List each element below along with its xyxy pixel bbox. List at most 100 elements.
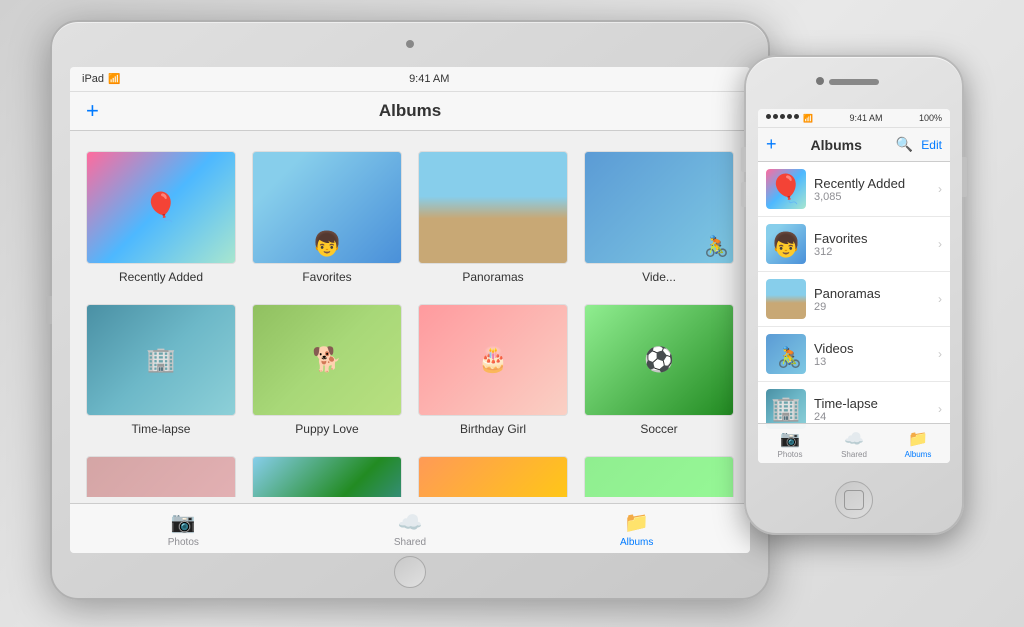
ipad-album-panoramas[interactable]: Panoramas — [418, 151, 568, 284]
ipad-album-label-panoramas: Panoramas — [462, 270, 523, 284]
iphone-album-favorites[interactable]: Favorites 312 › — [758, 217, 950, 272]
iphone-status-bar: 📶 9:41 AM 100% — [758, 109, 950, 128]
iphone-battery: 100% — [919, 113, 942, 123]
ipad-thumb-soccer — [584, 304, 734, 417]
ipad-status-left: iPad 📶 — [82, 73, 120, 85]
iphone-signal: 📶 — [766, 114, 813, 123]
ipad-navbar: + Albums — [70, 92, 750, 131]
iphone-tab-albums[interactable]: 📁 Albums — [886, 429, 950, 459]
iphone-time: 9:41 AM — [849, 113, 882, 123]
ipad-thumb-favorites — [252, 151, 402, 264]
iphone-chevron-timelapse: › — [938, 402, 942, 416]
iphone-edit-button[interactable]: Edit — [921, 138, 942, 152]
iphone-thumb-favorites — [766, 224, 806, 264]
iphone-item-count-panoramas: 29 — [814, 301, 930, 313]
ipad-album-label-recently-added: Recently Added — [119, 270, 203, 284]
ipad-album-favorites[interactable]: Favorites — [252, 151, 402, 284]
iphone-album-recently-added[interactable]: Recently Added 3,085 › — [758, 162, 950, 217]
iphone-device: 📶 9:41 AM 100% + Albums 🔍 Edit R — [744, 55, 964, 535]
iphone-tab-shared[interactable]: ☁️ Shared — [822, 429, 886, 459]
ipad-tabbar: 📷 Photos ☁️ Shared 📁 Albums — [70, 503, 750, 553]
ipad-tab-albums[interactable]: 📁 Albums — [523, 510, 750, 548]
ipad-album-grid: Recently Added Favorites Panoramas Vide.… — [70, 131, 750, 497]
ipad-album-label-timelapse: Time-lapse — [132, 422, 191, 436]
iphone-item-info-videos: Videos 13 — [814, 341, 930, 368]
ipad-side-button — [46, 296, 52, 324]
iphone-item-name-favorites: Favorites — [814, 231, 930, 246]
iphone-chevron-favorites: › — [938, 237, 942, 251]
ipad-add-button[interactable]: + — [86, 100, 126, 122]
ipad-album-r4[interactable] — [252, 456, 402, 497]
ipad-thumb-recently-added — [86, 151, 236, 264]
iphone-tab-photos-label: Photos — [778, 450, 803, 459]
ipad-home-button[interactable] — [394, 556, 426, 588]
iphone-chevron-videos: › — [938, 347, 942, 361]
ipad-album-soccer[interactable]: Soccer — [584, 304, 734, 437]
ipad-thumb-r4 — [252, 456, 402, 497]
ipad-tab-albums-label: Albums — [620, 537, 653, 548]
ipad-album-birthday[interactable]: Birthday Girl — [418, 304, 568, 437]
signal-dot-4 — [787, 114, 792, 119]
ipad-status-bar: iPad 📶 9:41 AM — [70, 67, 750, 92]
ipad-shared-icon: ☁️ — [398, 510, 423, 535]
iphone-album-panoramas[interactable]: Panoramas 29 › — [758, 272, 950, 327]
iphone-item-name-recently-added: Recently Added — [814, 176, 930, 191]
signal-dot-3 — [780, 114, 785, 119]
signal-dot-2 — [773, 114, 778, 119]
iphone-item-info-timelapse: Time-lapse 24 — [814, 396, 930, 423]
iphone-item-name-videos: Videos — [814, 341, 930, 356]
iphone-item-count-favorites: 312 — [814, 246, 930, 258]
iphone-tab-shared-label: Shared — [841, 450, 867, 459]
ipad-album-videos[interactable]: Vide... — [584, 151, 734, 284]
ipad-albums-icon: 📁 — [624, 510, 649, 535]
ipad-tab-shared[interactable]: ☁️ Shared — [297, 510, 524, 548]
ipad-thumb-timelapse — [86, 304, 236, 417]
ipad-thumb-r5 — [418, 456, 568, 497]
iphone-speaker — [829, 79, 879, 85]
iphone-item-info-recently-added: Recently Added 3,085 — [814, 176, 930, 203]
ipad-album-puppylove[interactable]: Puppy Love — [252, 304, 402, 437]
signal-dot-5 — [794, 114, 799, 119]
iphone-carrier: 📶 — [803, 114, 813, 123]
iphone-album-videos[interactable]: Videos 13 › — [758, 327, 950, 382]
iphone-item-info-favorites: Favorites 312 — [814, 231, 930, 258]
iphone-shared-icon: ☁️ — [844, 429, 864, 449]
ipad-screen: iPad 📶 9:41 AM + Albums Recently Added — [70, 67, 750, 553]
ipad-photos-icon: 📷 — [171, 510, 196, 535]
ipad-album-r6[interactable] — [584, 456, 734, 497]
iphone-album-list: Recently Added 3,085 › Favorites 312 › — [758, 162, 950, 436]
ipad-thumb-r3 — [86, 456, 236, 497]
iphone-albums-icon: 📁 — [908, 429, 928, 449]
iphone-chevron-panoramas: › — [938, 292, 942, 306]
ipad-thumb-r6 — [584, 456, 734, 497]
ipad-album-recently-added[interactable]: Recently Added — [86, 151, 236, 284]
ipad-device-label: iPad — [82, 73, 104, 85]
iphone-screen: 📶 9:41 AM 100% + Albums 🔍 Edit R — [758, 109, 950, 463]
ipad-album-r3[interactable] — [86, 456, 236, 497]
iphone-item-name-timelapse: Time-lapse — [814, 396, 930, 411]
ipad-album-timelapse[interactable]: Time-lapse — [86, 304, 236, 437]
signal-dot-1 — [766, 114, 771, 119]
iphone-photos-icon: 📷 — [780, 429, 800, 449]
ipad-wifi-icon: 📶 — [108, 74, 120, 85]
ipad-page-title: Albums — [126, 101, 694, 121]
iphone-item-count-timelapse: 24 — [814, 411, 930, 423]
iphone-tabbar: 📷 Photos ☁️ Shared 📁 Albums — [758, 423, 950, 463]
ipad-album-r5[interactable] — [418, 456, 568, 497]
iphone-thumb-videos — [766, 334, 806, 374]
iphone-tab-photos[interactable]: 📷 Photos — [758, 429, 822, 459]
iphone-item-count-videos: 13 — [814, 356, 930, 368]
iphone-thumb-recently-added — [766, 169, 806, 209]
iphone-search-button[interactable]: 🔍 — [896, 136, 913, 153]
ipad-tab-photos-label: Photos — [168, 537, 199, 548]
iphone-power-button — [962, 157, 967, 197]
iphone-item-name-panoramas: Panoramas — [814, 286, 930, 301]
ipad-thumb-panoramas — [418, 151, 568, 264]
ipad-tab-photos[interactable]: 📷 Photos — [70, 510, 297, 548]
iphone-item-info-panoramas: Panoramas 29 — [814, 286, 930, 313]
iphone-add-button[interactable]: + — [766, 134, 777, 155]
ipad-tab-shared-label: Shared — [394, 537, 426, 548]
ipad-thumb-videos — [584, 151, 734, 264]
iphone-navbar: + Albums 🔍 Edit — [758, 128, 950, 162]
iphone-home-button[interactable] — [835, 481, 873, 519]
